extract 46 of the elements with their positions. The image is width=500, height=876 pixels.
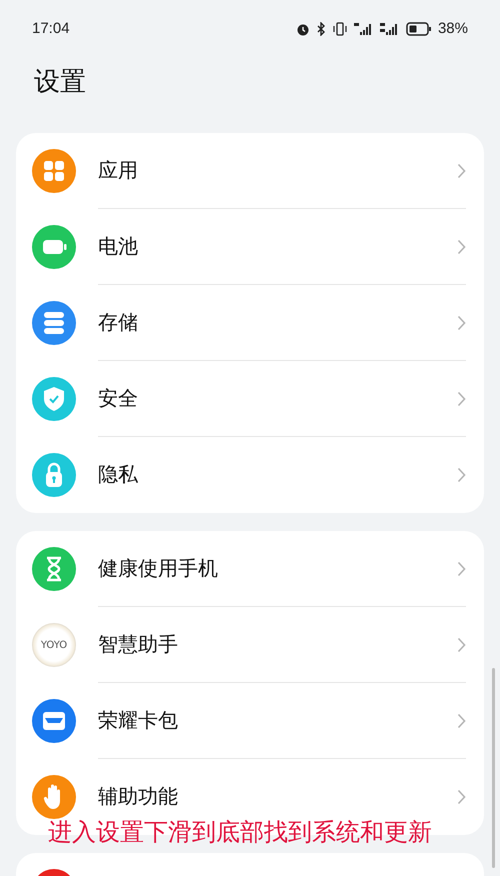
settings-item[interactable]: YOYO 智慧助手 [16, 607, 484, 683]
signal-icon [380, 22, 400, 36]
battery-icon [32, 225, 76, 269]
item-label: 安全 [98, 386, 138, 412]
item-label: 应用 [98, 158, 138, 184]
chevron-right-icon [457, 712, 466, 728]
settings-item[interactable]: 荣耀卡包 [16, 683, 484, 759]
settings-item[interactable]: 隐私 [16, 437, 484, 497]
settings-item[interactable]: 安全 [16, 361, 484, 437]
item-label: 智慧助手 [98, 632, 178, 658]
chevron-right-icon [457, 238, 466, 254]
shield-icon [32, 377, 76, 421]
signal-icon [354, 22, 374, 36]
tutorial-caption: 进入设置下滑到底部找到系统和更新 [48, 820, 432, 846]
item-label: 健康使用手机 [98, 556, 218, 582]
settings-item[interactable]: 健康使用手机 [16, 531, 484, 607]
wallet-icon [32, 699, 76, 743]
item-label: 荣耀卡包 [98, 708, 178, 734]
grid-icon [32, 149, 76, 193]
battery-status-icon [406, 22, 432, 36]
lock-icon [32, 453, 76, 497]
item-label: 辅助功能 [98, 785, 178, 810]
item-label: 电池 [98, 234, 138, 260]
storage-icon [32, 301, 76, 345]
assistant-logo-icon: YOYO [32, 623, 76, 667]
settings-item[interactable]: 辅助功能 [16, 759, 484, 819]
chevron-right-icon [457, 636, 466, 652]
battery-percent: 38% [438, 18, 468, 39]
settings-item[interactable]: 存储 [16, 285, 484, 361]
hourglass-icon [32, 547, 76, 591]
chevron-right-icon [457, 314, 466, 330]
item-label: 隐私 [98, 463, 138, 488]
status-time: 17:04 [32, 18, 70, 39]
chevron-right-icon [457, 390, 466, 406]
bluetooth-icon [316, 22, 326, 36]
chevron-right-icon [457, 467, 466, 483]
hand-icon [32, 775, 76, 819]
item-label: 存储 [98, 310, 138, 336]
chevron-right-icon [457, 162, 466, 178]
settings-item[interactable]: 应用 [16, 133, 484, 209]
vibrate-icon [332, 22, 348, 36]
alarm-icon [296, 22, 310, 36]
settings-item[interactable]: 电池 [16, 209, 484, 285]
chevron-right-icon [457, 789, 466, 805]
page-title: 设置 [33, 65, 87, 98]
chevron-right-icon [457, 560, 466, 576]
